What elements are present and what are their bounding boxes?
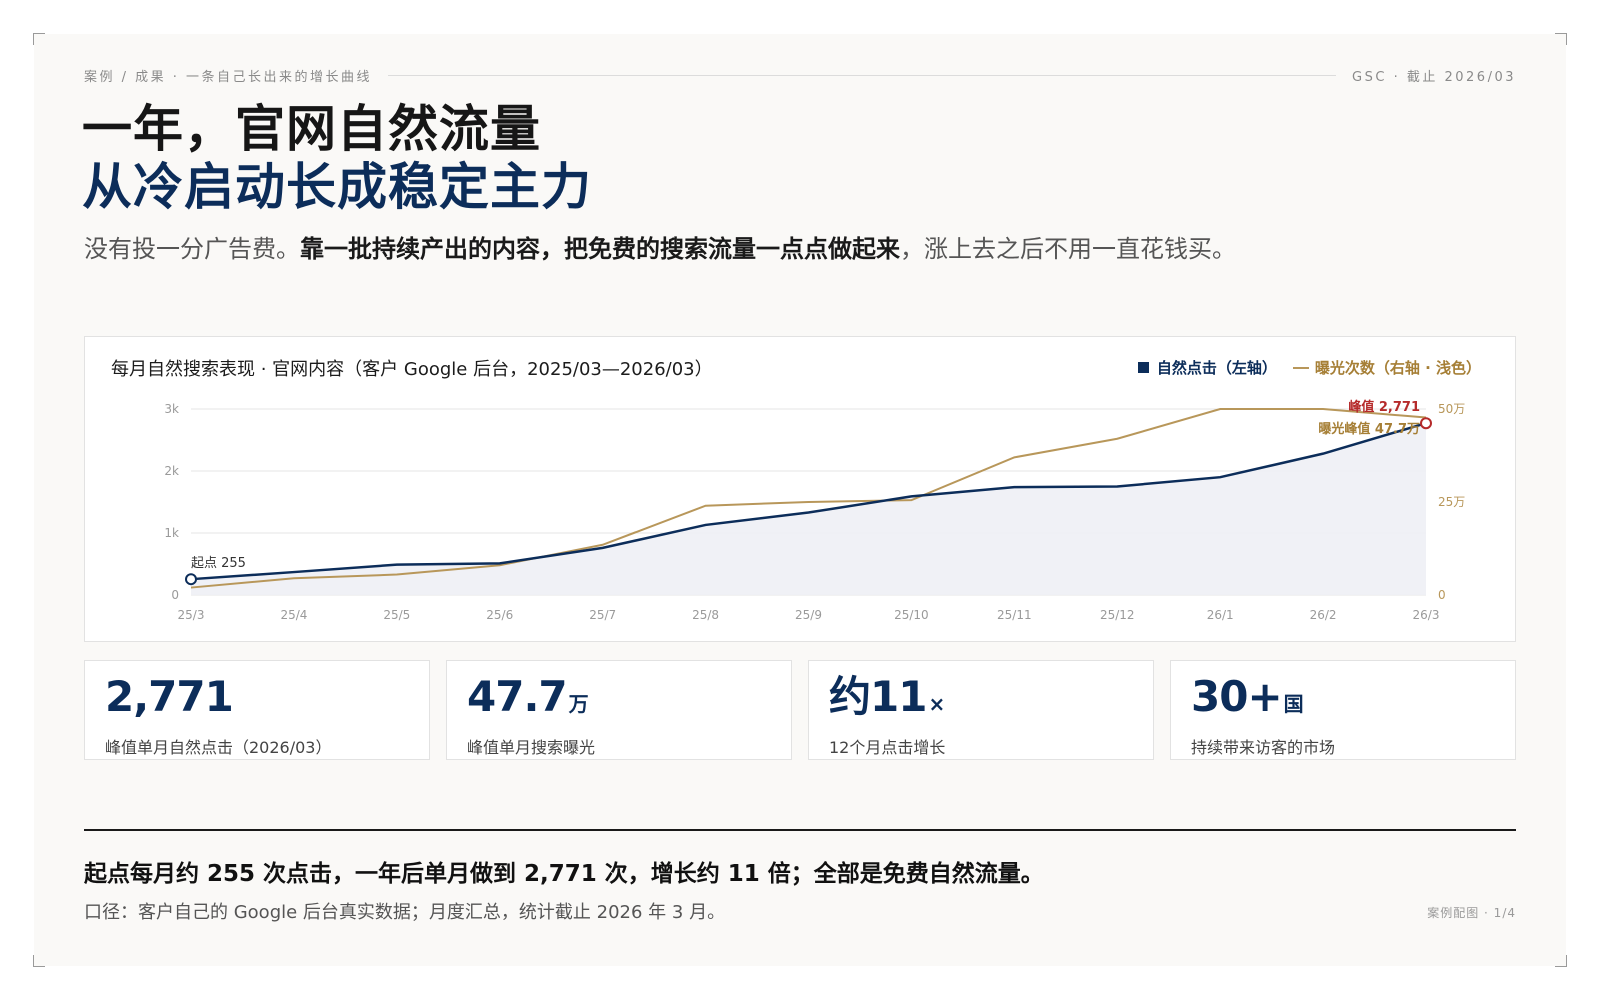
stat-value: 30+ 国: [1191, 671, 1495, 730]
x-tick-label: 25/11: [997, 608, 1032, 622]
chart-legend: 自然点击（左轴） 曝光次数（右轴 · 浅色）: [1137, 357, 1481, 378]
legend-clicks-label: 自然点击（左轴）: [1156, 359, 1277, 377]
stat-label: 持续带来访客的市场: [1191, 738, 1336, 757]
stat-number: 47.7: [467, 672, 568, 721]
stat-value: 约11 ×: [829, 671, 1133, 730]
legend-clicks-swatch: [1137, 362, 1149, 373]
stat-unit: ×: [928, 692, 946, 716]
y-right-tick-label: 0: [1438, 588, 1446, 602]
divider: [84, 829, 1516, 831]
stat-number: 30+: [1191, 672, 1283, 721]
summary-text: 起点每月约 255 次点击，一年后单月做到 2,771 次，增长约 11 倍；全…: [84, 861, 1044, 887]
stat-label: 峰值单月搜索曝光: [467, 738, 596, 757]
y-left-tick-label: 2k: [164, 464, 179, 478]
corner-mark: [1555, 33, 1567, 45]
y-right-tick-label: 25万: [1438, 495, 1465, 509]
peak-point-marker: [1420, 417, 1432, 430]
divider: [388, 74, 1337, 76]
x-tick-label: 26/1: [1207, 608, 1234, 622]
page-title: 一年，官网自然流量 从冷启动长成稳定主力: [82, 100, 592, 216]
lead-emphasis: 靠一批持续产出的内容，把免费的搜索流量一点点做起来: [300, 235, 900, 263]
stat-card: 约11 × 12个月点击增长: [808, 660, 1154, 760]
line-chart: 0 1k 2k 3k 0 25万 50万 25/3 25/4 25/5 25/6 25/7 25/8 25…: [164, 399, 1465, 622]
stat-card: 2,771 峰值单月自然点击（2026/03）: [84, 660, 430, 760]
lead-paragraph: 没有投一分广告费。靠一批持续产出的内容，把免费的搜索流量一点点做起来，涨上去之后…: [84, 230, 1284, 268]
x-tick-label: 25/6: [486, 608, 513, 622]
clicks-area: [191, 423, 1426, 595]
x-tick-label: 25/5: [383, 608, 410, 622]
start-annotation: 起点 255: [191, 556, 246, 571]
lead-text-2: ，涨上去之后不用一直花钱买。: [900, 235, 1236, 263]
corner-mark: [33, 33, 45, 45]
corner-mark: [33, 955, 45, 967]
slide: 案例 / 成果 · 一条自己长出来的增长曲线 GSC · 截止 2026/03 …: [33, 33, 1567, 967]
y-right-tick-label: 50万: [1438, 402, 1465, 416]
stat-number: 2,771: [105, 672, 234, 721]
page-number: 案例配图 · 1/4: [1427, 906, 1516, 920]
x-tick-label: 25/4: [280, 608, 307, 622]
peak-annotation: 峰值 2,771: [1348, 399, 1420, 415]
stat-number: 约11: [829, 672, 927, 721]
x-tick-label: 25/8: [692, 608, 719, 622]
chart-card: 0 1k 2k 3k 0 25万 50万 25/3 25/4 25/5 25/6 25/7 25/8 25…: [84, 336, 1516, 642]
stat-card: 30+ 国 持续带来访客的市场: [1170, 660, 1516, 760]
stat-card: 47.7 万 峰值单月搜索曝光: [446, 660, 792, 760]
stat-value: 2,771: [105, 671, 409, 730]
x-tick-label: 25/3: [178, 608, 205, 622]
x-tick-label: 25/10: [894, 608, 929, 622]
title-line-1: 一年，官网自然流量: [82, 100, 541, 158]
data-note: 口径：客户自己的 Google 后台真实数据；月度汇总，统计截止 2026 年 …: [84, 902, 726, 923]
stats-row: 2,771 峰值单月自然点击（2026/03） 47.7 万 峰值单月搜索曝光 约…: [84, 660, 1516, 760]
x-tick-label: 26/3: [1413, 608, 1440, 622]
corner-mark: [1555, 955, 1567, 967]
source-label: GSC · 截止 2026/03: [1352, 69, 1516, 85]
stat-label: 12个月点击增长: [829, 738, 946, 757]
title-line-2: 从冷启动长成稳定主力: [82, 158, 592, 216]
stat-unit: 万: [568, 692, 589, 716]
top-bar: 案例 / 成果 · 一条自己长出来的增长曲线 GSC · 截止 2026/03: [84, 67, 1516, 85]
stat-label: 峰值单月自然点击（2026/03）: [105, 738, 332, 757]
stat-unit: 国: [1283, 692, 1304, 716]
x-tick-label: 25/7: [589, 608, 616, 622]
x-tick-label: 25/12: [1100, 608, 1135, 622]
breadcrumb: 案例 / 成果 · 一条自己长出来的增长曲线: [84, 69, 373, 85]
chart-title: 每月自然搜索表现 · 官网内容（客户 Google 后台，2025/03—202…: [111, 359, 713, 380]
y-left-tick-label: 1k: [164, 526, 179, 540]
x-tick-label: 25/9: [795, 608, 822, 622]
start-point-marker: [185, 573, 197, 586]
y-left-tick-label: 3k: [164, 402, 179, 416]
stat-value: 47.7 万: [467, 671, 771, 730]
y-left-tick-label: 0: [171, 588, 179, 602]
x-tick-label: 26/2: [1310, 608, 1337, 622]
lead-text-1: 没有投一分广告费。: [84, 235, 300, 263]
impressions-peak-annotation: 曝光峰值 47.7万: [1318, 421, 1420, 437]
legend-impressions-label: 曝光次数（右轴 · 浅色）: [1314, 359, 1481, 377]
legend-impressions-swatch: [1292, 366, 1309, 369]
